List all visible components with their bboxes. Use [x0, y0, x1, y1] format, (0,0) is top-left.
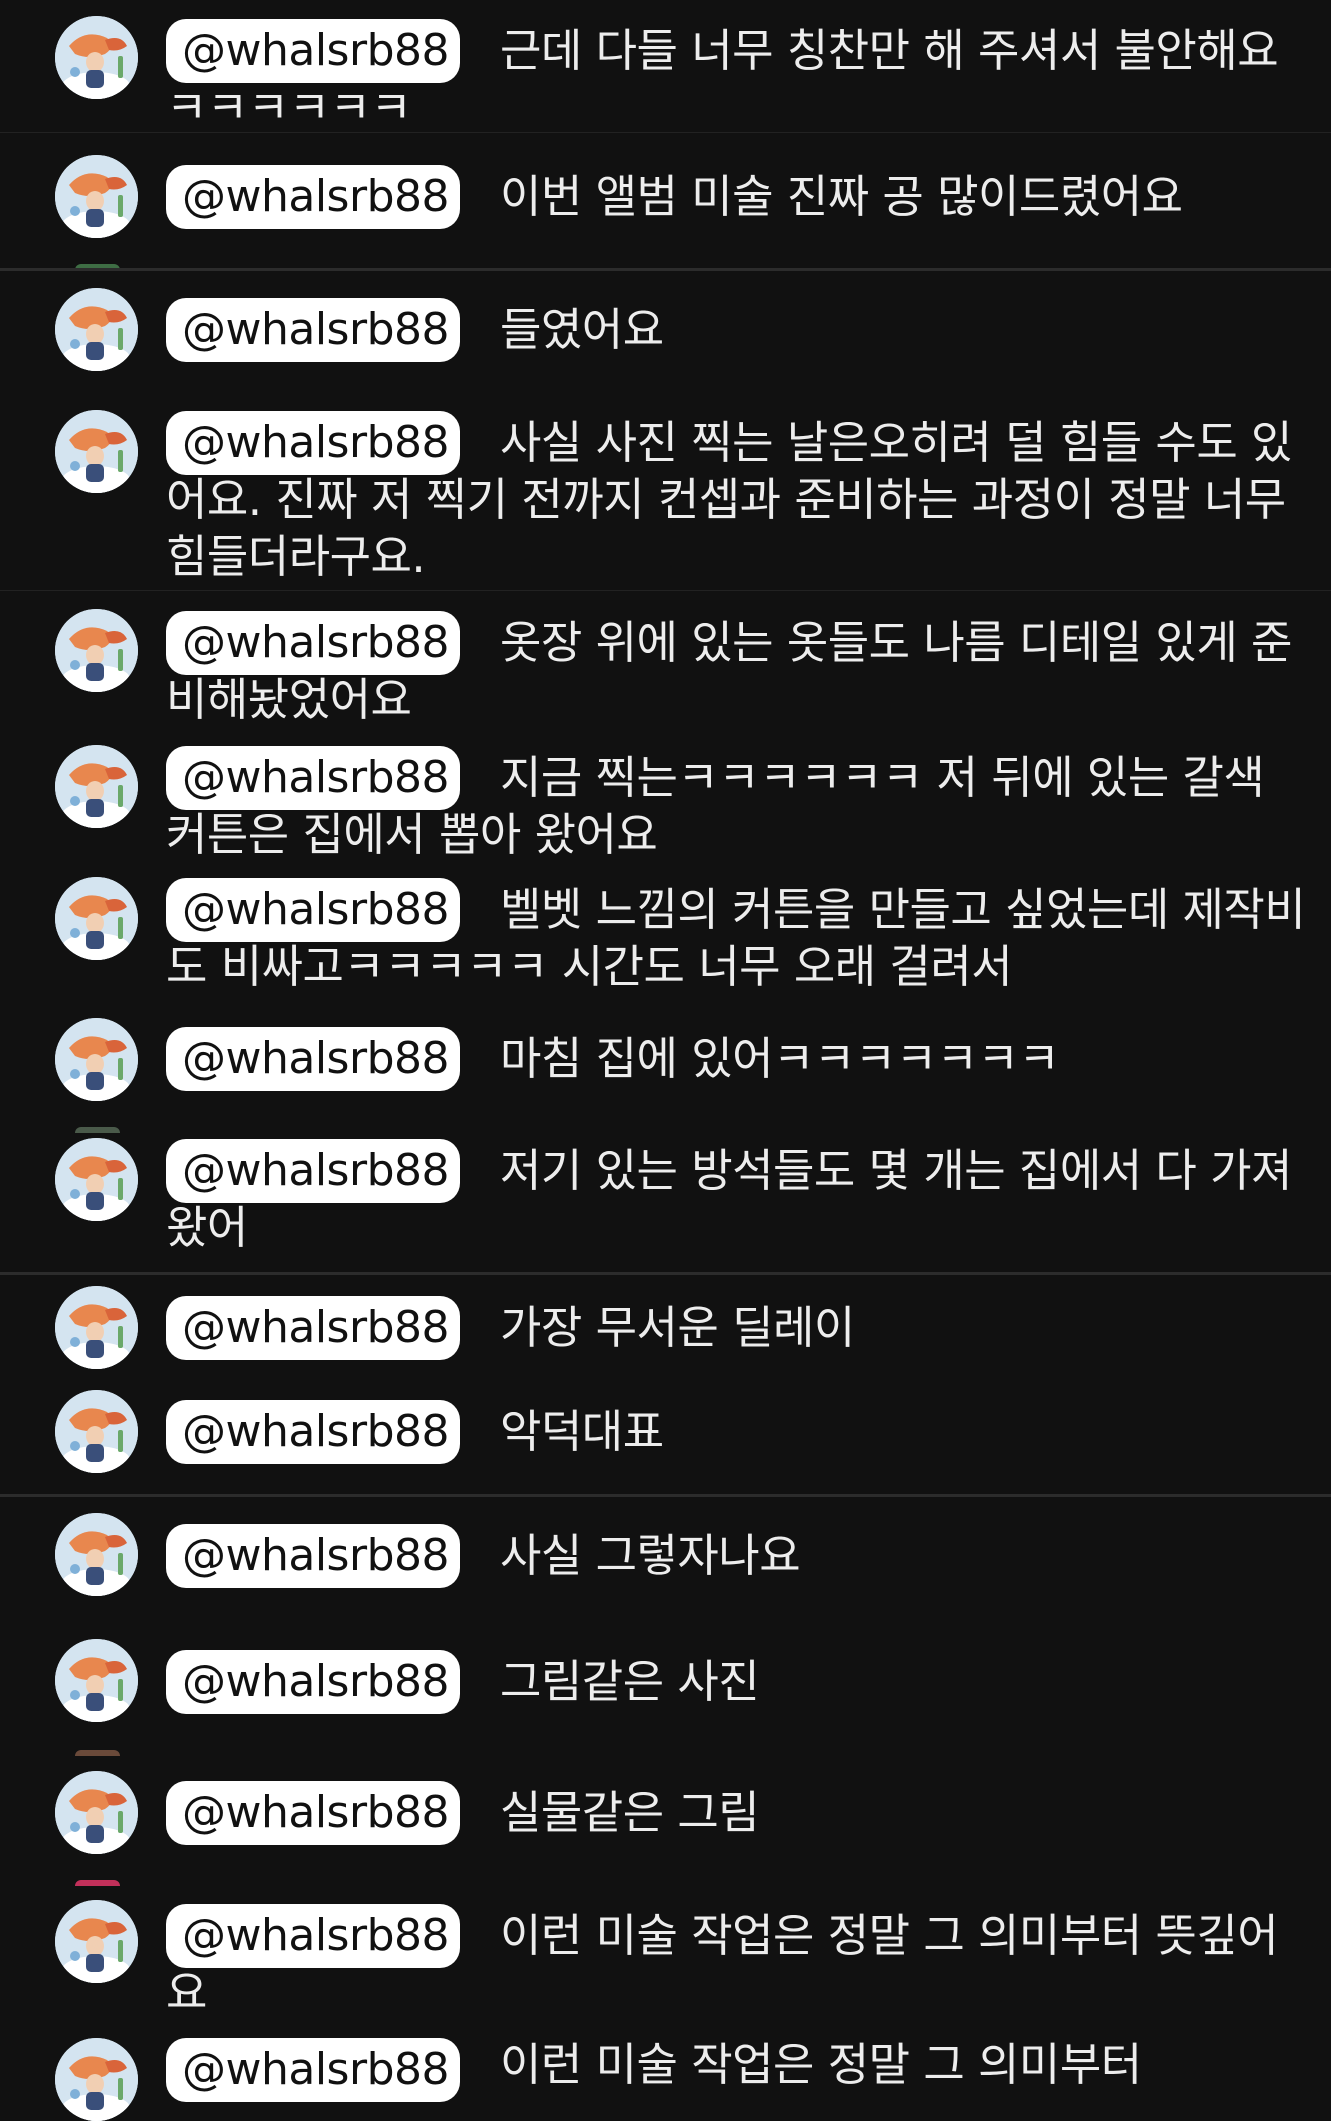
- avatar[interactable]: [55, 410, 138, 493]
- profile-illustration-icon: [55, 2038, 138, 2121]
- profile-illustration-icon: [55, 1771, 138, 1854]
- message-text: 실물같은 그림: [500, 1786, 760, 1839]
- divider: [0, 1494, 1331, 1497]
- avatar[interactable]: [55, 16, 138, 99]
- profile-illustration-icon: [55, 410, 138, 493]
- profile-illustration-icon: [55, 745, 138, 828]
- profile-illustration-icon: [55, 877, 138, 960]
- message-text: 근데 다들 너무 칭찬만 해 주셔서 불안해요 ㅋㅋㅋㅋㅋㅋ: [166, 24, 1279, 134]
- avatar[interactable]: [55, 1513, 138, 1596]
- divider: [0, 268, 1331, 271]
- message-text: 마침 집에 있어ㅋㅋㅋㅋㅋㅋㅋ: [500, 1032, 1060, 1085]
- divider: [0, 1272, 1331, 1275]
- avatar[interactable]: [55, 609, 138, 692]
- avatar[interactable]: [55, 1900, 138, 1983]
- avatar[interactable]: [55, 1771, 138, 1854]
- message-text: 가장 무서운 딜레이: [500, 1301, 855, 1354]
- profile-illustration-icon: [55, 288, 138, 371]
- profile-illustration-icon: [55, 1286, 138, 1369]
- avatar-peek: [75, 1880, 120, 1886]
- profile-illustration-icon: [55, 609, 138, 692]
- message-text: 벨벳 느낌의 커튼을 만들고 싶었는데 제작비도 비싸고ㅋㅋㅋㅋㅋ 시간도 너무…: [166, 883, 1306, 993]
- avatar[interactable]: [55, 877, 138, 960]
- divider: [0, 590, 1331, 591]
- profile-illustration-icon: [55, 1138, 138, 1221]
- avatar[interactable]: [55, 745, 138, 828]
- profile-illustration-icon: [55, 1900, 138, 1983]
- message-text: 저기 있는 방석들도 몇 개는 집에서 다 가져왔어: [166, 1144, 1292, 1254]
- avatar[interactable]: [55, 1018, 138, 1101]
- message-text: 악덕대표: [500, 1405, 664, 1458]
- message-text: 사실 그렇자나요: [500, 1529, 801, 1582]
- avatar-peek: [75, 1750, 120, 1756]
- message-text: 이런 미술 작업은 정말 그 의미부터: [500, 2038, 1142, 2091]
- avatar[interactable]: [55, 1138, 138, 1221]
- avatar[interactable]: [55, 155, 138, 238]
- avatar[interactable]: [55, 2038, 138, 2121]
- chat-feed: @whalsrb88 근데 다들 너무 칭찬만 해 주셔서 불안해요 ㅋㅋㅋㅋㅋ…: [0, 0, 1331, 2121]
- avatar[interactable]: [55, 1639, 138, 1722]
- avatar[interactable]: [55, 1390, 138, 1473]
- avatar[interactable]: [55, 288, 138, 371]
- message-text: 옷장 위에 있는 옷들도 나름 디테일 있게 준비해놨었어요: [166, 616, 1292, 726]
- avatar[interactable]: [55, 1286, 138, 1369]
- profile-illustration-icon: [55, 1639, 138, 1722]
- message-text: 들였어요: [500, 303, 664, 356]
- message-text: 지금 찍는ㅋㅋㅋㅋㅋㅋ 저 뒤에 있는 갈색 커튼은 집에서 뽑아 왔어요: [166, 751, 1265, 861]
- message-text: 이런 미술 작업은 정말 그 의미부터 뜻깊어요: [166, 1909, 1279, 2019]
- message-text: 이번 앨범 미술 진짜 공 많이드렸어요: [500, 170, 1183, 223]
- profile-illustration-icon: [55, 1018, 138, 1101]
- profile-illustration-icon: [55, 1513, 138, 1596]
- divider: [0, 132, 1331, 133]
- profile-illustration-icon: [55, 16, 138, 99]
- profile-illustration-icon: [55, 1390, 138, 1473]
- profile-illustration-icon: [55, 155, 138, 238]
- message-text: 그림같은 사진: [500, 1655, 760, 1708]
- avatar-peek: [75, 1127, 120, 1133]
- message-text: 사실 사진 찍는 날은오히려 덜 힘들 수도 있어요. 진짜 저 찍기 전까지 …: [166, 416, 1292, 583]
